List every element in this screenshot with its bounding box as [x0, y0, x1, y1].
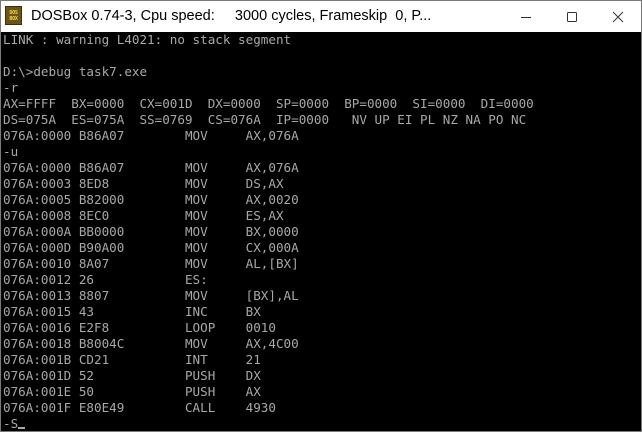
terminal-line: 076A:0005 B82000 MOV AX,0020	[3, 192, 299, 207]
dosbox-window: DOS BOX DOSBox 0.74-3, Cpu speed: 3000 c…	[0, 0, 642, 432]
dosbox-icon: DOS BOX	[5, 6, 22, 25]
terminal-line: 076A:0012 26 ES:	[3, 272, 208, 287]
terminal-line: 076A:001E 50 PUSH AX	[3, 384, 261, 399]
window-title: DOSBox 0.74-3, Cpu speed: 3000 cycles, F…	[31, 8, 432, 24]
terminal-line: 076A:0013 8807 MOV [BX],AL	[3, 288, 299, 303]
close-icon	[612, 11, 624, 22]
minimize-icon	[521, 16, 531, 18]
terminal-line: D:\>debug task7.exe	[3, 64, 148, 79]
terminal-line: 076A:000A BB0000 MOV BX,0000	[3, 224, 299, 239]
terminal-line: 076A:0010 8A07 MOV AL,[BX]	[3, 256, 299, 271]
terminal-line: 076A:001D 52 PUSH DX	[3, 368, 261, 383]
title-bar[interactable]: DOS BOX DOSBox 0.74-3, Cpu speed: 3000 c…	[1, 1, 641, 32]
terminal-line: 076A:0000 B86A07 MOV AX,076A	[3, 160, 299, 175]
terminal-prompt: -S	[3, 416, 19, 431]
terminal-line: -r	[3, 80, 19, 95]
terminal-line: 076A:0008 8EC0 MOV ES,AX	[3, 208, 284, 223]
terminal-line: 076A:0015 43 INC BX	[3, 304, 261, 319]
terminal-line: DS=075A ES=075A SS=0769 CS=076A IP=0000 …	[3, 112, 527, 127]
terminal-line: -u	[3, 144, 19, 159]
text-cursor	[18, 427, 26, 429]
terminal-line: 076A:001F E80E49 CALL 4930	[3, 400, 276, 415]
terminal-line: 076A:000D B90A00 MOV CX,000A	[3, 240, 299, 255]
terminal-line: LINK : warning L4021: no stack segment	[3, 32, 292, 47]
terminal-line: 076A:001B CD21 INT 21	[3, 352, 261, 367]
terminal-prompt-line: -S	[3, 416, 641, 431]
terminal-line: 076A:0000 B86A07 MOV AX,076A	[3, 128, 299, 143]
terminal-line: 076A:0018 B8004C MOV AX,4C00	[3, 336, 299, 351]
maximize-icon	[567, 11, 577, 22]
terminal-screen[interactable]: LINK : warning L4021: no stack segment D:…	[1, 32, 641, 431]
minimize-button[interactable]	[503, 1, 549, 32]
terminal-line: 076A:0003 8ED8 MOV DS,AX	[3, 176, 284, 191]
terminal-line: 076A:0016 E2F8 LOOP 0010	[3, 320, 276, 335]
maximize-button[interactable]	[549, 1, 595, 32]
terminal-lines: LINK : warning L4021: no stack segment D:…	[3, 32, 641, 416]
icon-text-bottom: BOX	[9, 15, 18, 22]
close-button[interactable]	[595, 1, 641, 32]
terminal-line: AX=FFFF BX=0000 CX=001D DX=0000 SP=0000 …	[3, 96, 534, 111]
